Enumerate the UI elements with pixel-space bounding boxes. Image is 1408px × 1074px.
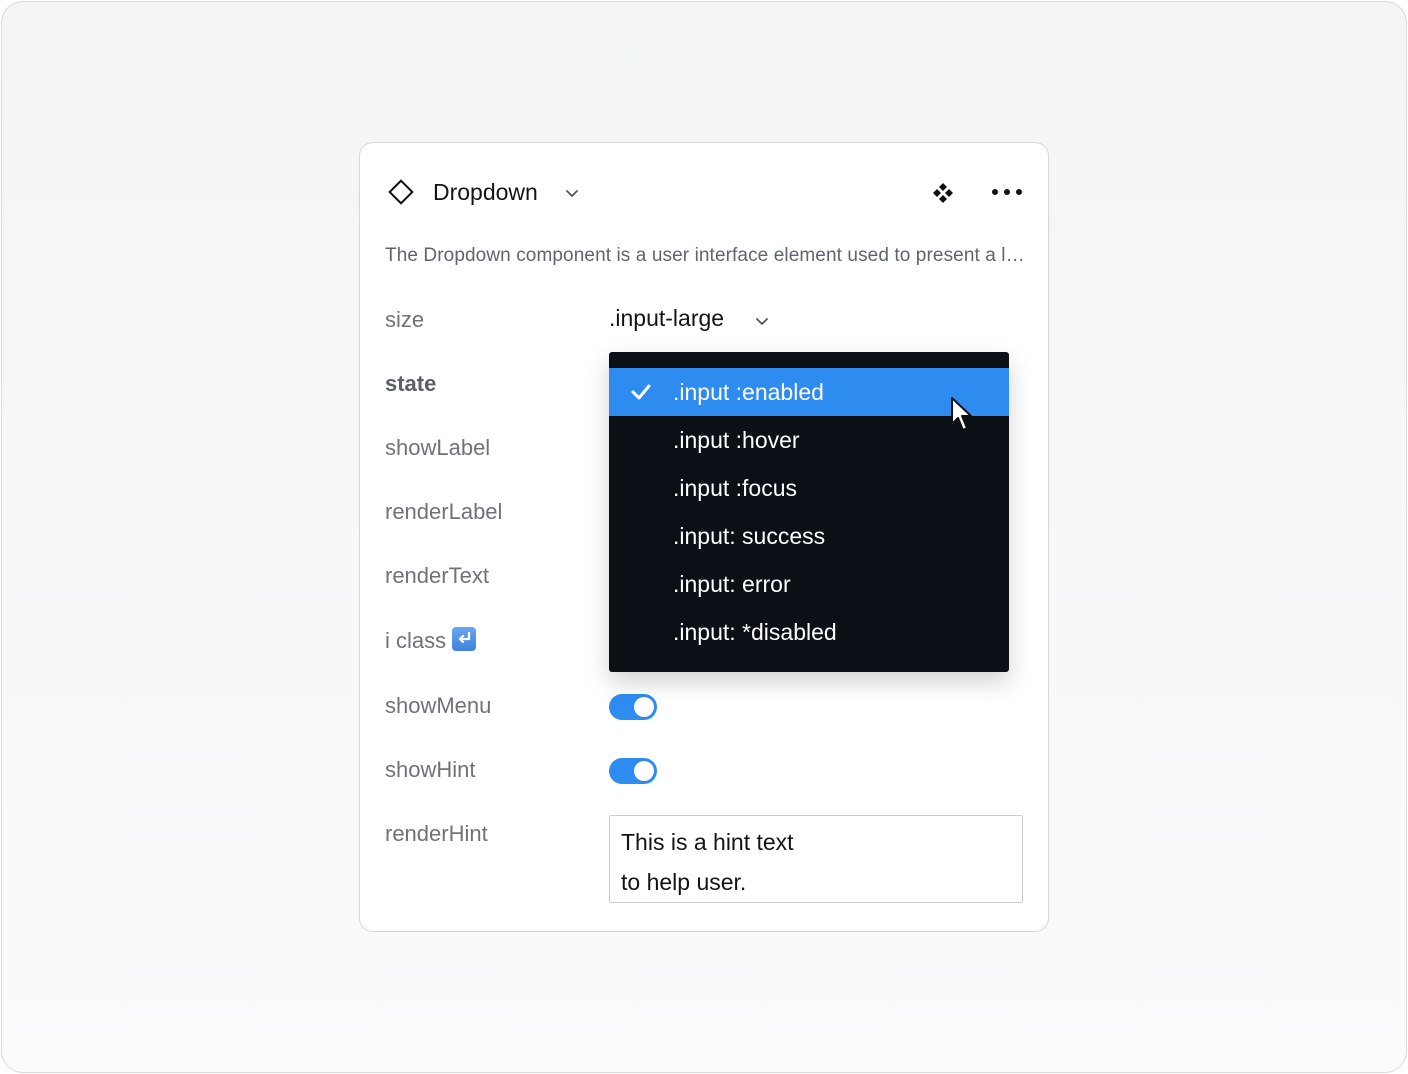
prop-label-iclass-text: i class bbox=[385, 628, 447, 653]
more-horizontal-icon[interactable] bbox=[990, 179, 1024, 205]
menu-item-label: .input :hover bbox=[673, 427, 800, 453]
showmenu-toggle[interactable] bbox=[609, 694, 657, 720]
size-select[interactable]: .input-large bbox=[609, 305, 724, 332]
menu-item-disabled[interactable]: .input: *disabled bbox=[609, 608, 1009, 656]
prop-label-state: state bbox=[385, 371, 437, 396]
menu-item-label: .input :enabled bbox=[673, 379, 824, 405]
prop-label-iclass: i class bbox=[385, 627, 477, 654]
prop-label-showmenu: showMenu bbox=[385, 693, 492, 718]
chevron-down-icon[interactable] bbox=[754, 313, 770, 329]
return-arrow-emoji-icon bbox=[452, 627, 477, 651]
component-instance-icon[interactable] bbox=[931, 181, 955, 205]
mouse-pointer-icon bbox=[951, 397, 972, 431]
menu-item-success[interactable]: .input: success bbox=[609, 512, 1009, 560]
showhint-toggle[interactable] bbox=[609, 758, 657, 784]
menu-item-error[interactable]: .input: error bbox=[609, 560, 1009, 608]
diamond-icon bbox=[388, 179, 414, 205]
panel-header: Dropdown bbox=[360, 143, 1048, 243]
component-description: The Dropdown component is a user interfa… bbox=[385, 245, 1025, 266]
hint-textarea[interactable]: This is a hint text to help user. bbox=[609, 815, 1023, 903]
prop-label-rendertext: renderText bbox=[385, 563, 489, 588]
prop-label-showlabel: showLabel bbox=[385, 435, 491, 460]
prop-label-size: size bbox=[385, 307, 425, 332]
check-icon bbox=[631, 384, 651, 400]
prop-label-showhint: showHint bbox=[385, 757, 476, 782]
prop-label-renderlabel: renderLabel bbox=[385, 499, 503, 524]
component-title[interactable]: Dropdown bbox=[433, 179, 538, 206]
menu-item-label: .input: success bbox=[673, 523, 826, 549]
chevron-down-icon[interactable] bbox=[564, 185, 580, 201]
prop-label-renderhint: renderHint bbox=[385, 821, 488, 846]
menu-item-label: .input: error bbox=[673, 571, 791, 597]
menu-item-focus[interactable]: .input :focus bbox=[609, 464, 1009, 512]
menu-item-label: .input: *disabled bbox=[673, 619, 837, 645]
menu-item-label: .input :focus bbox=[673, 475, 798, 501]
